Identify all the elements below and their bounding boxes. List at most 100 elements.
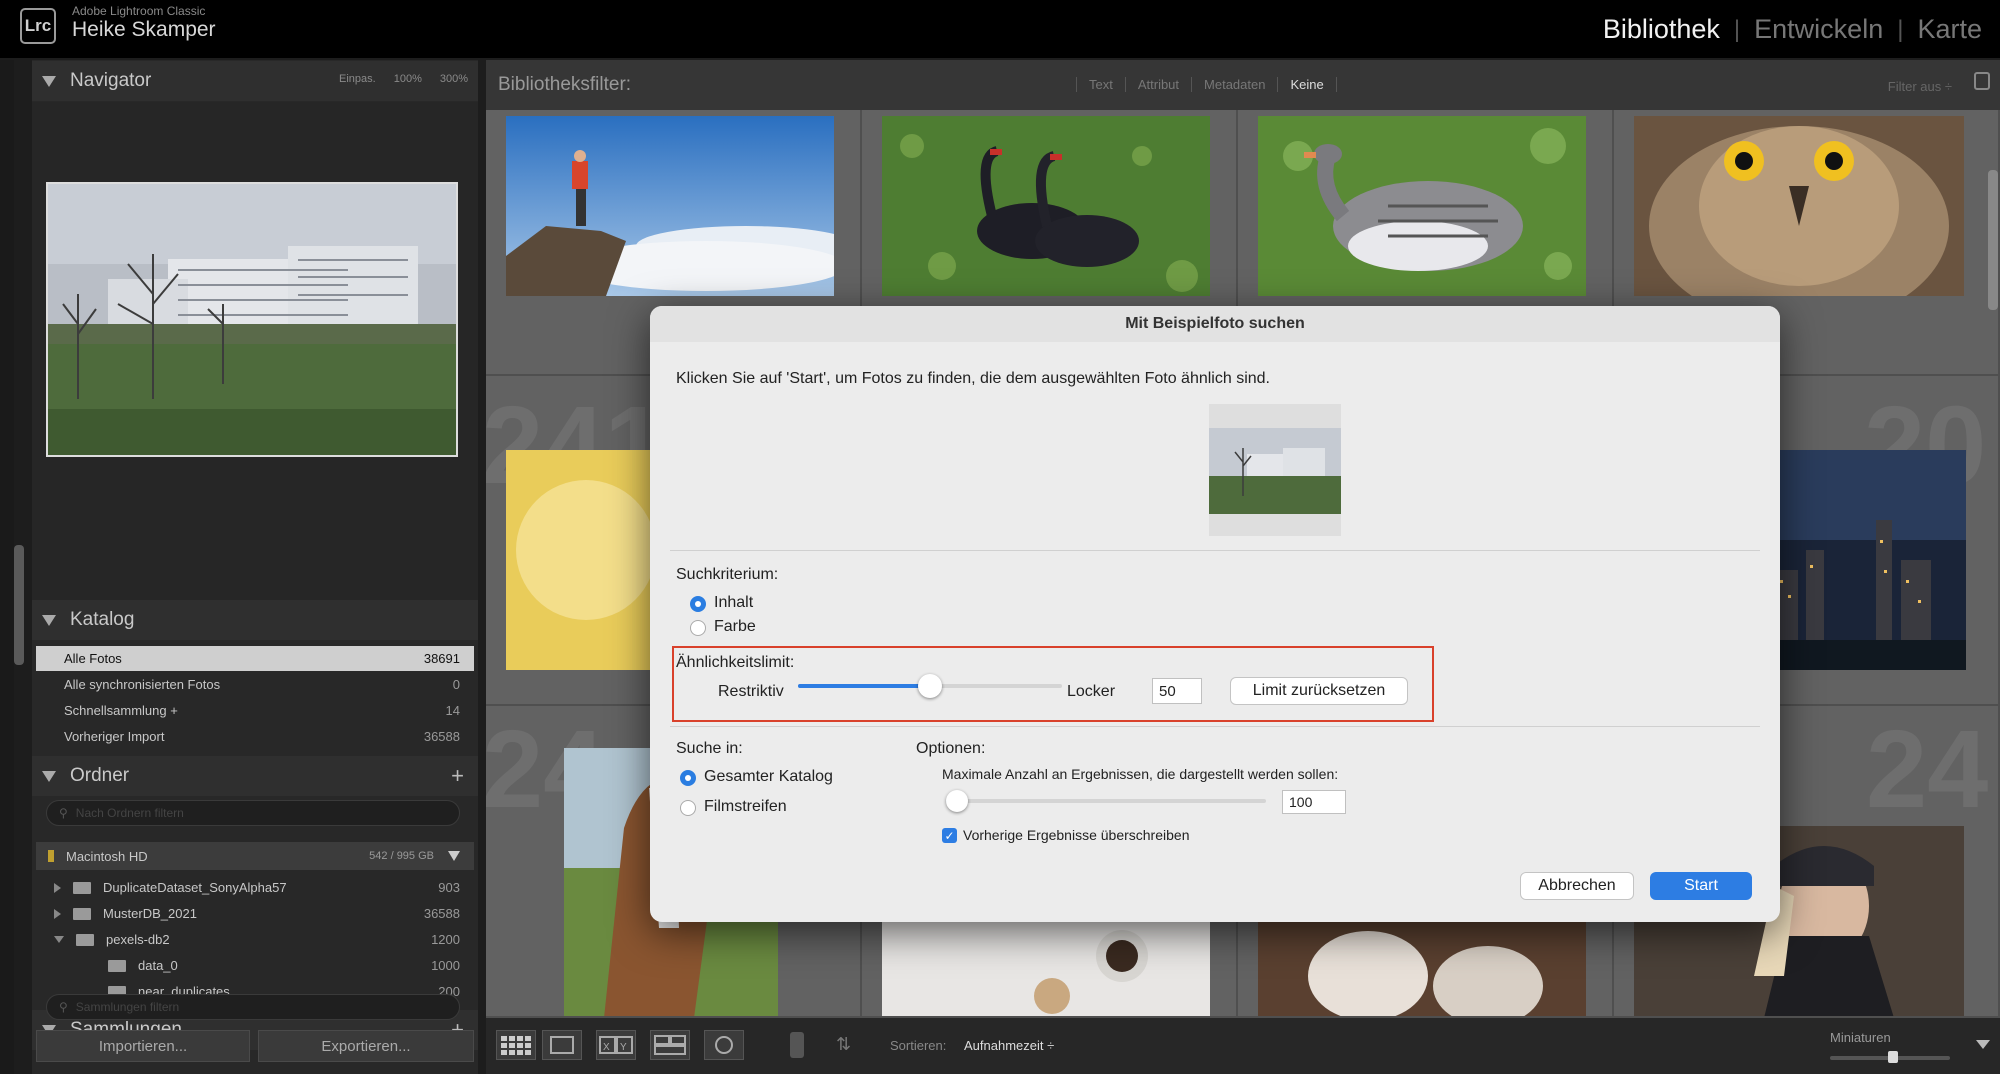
folder-row[interactable]: DuplicateDataset_SonyAlpha57 903: [36, 875, 474, 900]
panel-toggle-handle[interactable]: [14, 545, 24, 665]
filter-tab-attribute[interactable]: Attribut: [1124, 77, 1191, 92]
module-map[interactable]: Karte: [1917, 14, 1982, 45]
volume-menu-icon[interactable]: [448, 851, 460, 861]
photo-coffee-thumb[interactable]: [882, 916, 1210, 1018]
max-results-slider-handle[interactable]: [946, 790, 968, 812]
photo-hiker-thumb[interactable]: [506, 116, 834, 296]
volume-size: 542 / 995 GB: [369, 850, 434, 862]
sort-label: Sortieren:: [890, 1038, 947, 1053]
module-develop[interactable]: Entwickeln: [1754, 14, 1883, 45]
catalog-item-all-photos[interactable]: Alle Fotos 38691: [36, 646, 474, 671]
similarity-slider-handle[interactable]: [918, 674, 942, 698]
folder-count: 36588: [423, 906, 460, 921]
restrictive-label: Restriktiv: [718, 683, 784, 700]
thumbnail-slider-handle[interactable]: [1888, 1051, 1898, 1063]
spray-can-icon[interactable]: [790, 1032, 804, 1058]
expand-triangle-icon[interactable]: [54, 908, 61, 919]
overwrite-label[interactable]: Vorherige Ergebnisse überschreiben: [963, 827, 1189, 843]
user-name: Heike Skamper: [72, 18, 216, 41]
module-library[interactable]: Bibliothek: [1603, 14, 1720, 45]
svg-text:Y: Y: [620, 1042, 627, 1053]
criterion-content-label[interactable]: Inhalt: [714, 594, 753, 612]
folder-search-input[interactable]: ⚲ Nach Ordnern filtern: [46, 800, 460, 826]
loupe-view-icon[interactable]: [542, 1030, 582, 1060]
survey-view-icon[interactable]: [650, 1030, 690, 1060]
filter-tab-none[interactable]: Keine: [1277, 77, 1337, 92]
folder-icon: [108, 959, 126, 972]
folders-header[interactable]: Ordner +: [32, 756, 478, 796]
grid-scrollbar[interactable]: [1988, 170, 1998, 310]
volume-row[interactable]: Macintosh HD 542 / 995 GB: [36, 842, 474, 870]
import-button[interactable]: Importieren...: [36, 1030, 250, 1062]
search-filmstrip-radio[interactable]: [680, 800, 696, 816]
filter-off-dropdown[interactable]: Filter aus ÷: [1888, 79, 1952, 94]
lock-icon[interactable]: [1974, 72, 1990, 90]
photo-city-night-thumb[interactable]: [1766, 450, 1966, 670]
filter-tab-metadata[interactable]: Metadaten: [1191, 77, 1277, 92]
max-results-slider-track[interactable]: [946, 799, 1266, 803]
export-button[interactable]: Exportieren...: [258, 1030, 474, 1062]
photo-black-swans-thumb[interactable]: [882, 116, 1210, 296]
folder-row[interactable]: pexels-db2 1200: [36, 927, 474, 952]
navigator-header[interactable]: Navigator Einpas. 100% 300%: [32, 61, 478, 101]
criterion-content-radio[interactable]: [690, 596, 706, 612]
toolbar-menu-icon[interactable]: [1976, 1040, 1990, 1049]
folder-icon: [76, 933, 94, 946]
expand-triangle-icon[interactable]: [54, 882, 61, 893]
catalog-title: Katalog: [70, 609, 135, 630]
criterion-color-radio[interactable]: [690, 620, 706, 636]
catalog-item-synced[interactable]: Alle synchronisierten Fotos 0: [36, 672, 474, 697]
filter-tab-text[interactable]: Text: [1076, 77, 1125, 92]
svg-text:X: X: [603, 1042, 610, 1053]
catalog-header[interactable]: Katalog: [32, 600, 478, 640]
photo-dog-thumb[interactable]: [1258, 916, 1586, 1018]
folders-title: Ordner: [70, 765, 130, 786]
max-results-field[interactable]: 100: [1282, 790, 1346, 814]
folder-row[interactable]: data_0 1000: [36, 953, 474, 978]
collapse-triangle-icon: [42, 614, 56, 626]
zoom-300[interactable]: 300%: [440, 73, 468, 85]
collapse-triangle-icon[interactable]: [54, 936, 64, 943]
people-view-icon[interactable]: [704, 1030, 744, 1060]
app-name: Adobe Lightroom Classic: [72, 4, 206, 18]
cancel-button[interactable]: Abbrechen: [1520, 872, 1634, 900]
folder-icon: [73, 881, 91, 894]
drive-icon: [48, 850, 54, 862]
compare-view-icon[interactable]: XY: [596, 1030, 636, 1060]
folder-label: MusterDB_2021: [103, 906, 197, 921]
search-whole-catalog-radio[interactable]: [680, 770, 696, 786]
search-filmstrip-label[interactable]: Filmstreifen: [704, 798, 787, 816]
similarity-limit-label: Ähnlichkeitslimit:: [676, 654, 795, 671]
start-button[interactable]: Start: [1650, 872, 1752, 900]
search-whole-catalog-label[interactable]: Gesamter Katalog: [704, 768, 833, 786]
loose-label: Locker: [1067, 683, 1116, 700]
zoom-fit[interactable]: Einpas.: [339, 73, 376, 85]
sample-photo-frame: [1209, 404, 1341, 536]
sort-direction-icon[interactable]: ⇅: [836, 1034, 851, 1055]
navigator-preview-image[interactable]: [46, 182, 458, 457]
grid-view-icon[interactable]: [496, 1030, 536, 1060]
zoom-100[interactable]: 100%: [394, 73, 422, 85]
building-photo-preview: [48, 184, 456, 455]
photo-owl-thumb[interactable]: [1634, 116, 1964, 296]
catalog-item-count: 36588: [423, 729, 460, 744]
reset-limit-button[interactable]: Limit zurücksetzen: [1230, 677, 1408, 705]
similarity-value-field[interactable]: 50: [1152, 678, 1202, 704]
catalog-item-count: 14: [445, 703, 460, 718]
add-folder-icon[interactable]: +: [451, 763, 464, 789]
collection-search-input[interactable]: ⚲ Sammlungen filtern: [46, 994, 460, 1020]
photo-goose-thumb[interactable]: [1258, 116, 1586, 296]
overwrite-checkbox[interactable]: ✓: [942, 828, 957, 843]
module-separator: |: [1897, 15, 1904, 43]
navigator-zoom-options: Einpas. 100% 300%: [339, 73, 468, 85]
module-picker: Bibliothek | Entwickeln | Karte: [1603, 14, 1982, 45]
catalog-item-previous-import[interactable]: Vorheriger Import 36588: [36, 724, 474, 749]
similarity-slider-track[interactable]: [798, 674, 1062, 698]
photo-yellow-thumb[interactable]: [506, 450, 666, 670]
search-criterion-label: Suchkriterium:: [676, 566, 779, 583]
catalog-item-label: Schnellsammlung +: [64, 703, 178, 718]
catalog-item-quick-collection[interactable]: Schnellsammlung + 14: [36, 698, 474, 723]
folder-row[interactable]: MusterDB_2021 36588: [36, 901, 474, 926]
sort-dropdown[interactable]: Aufnahmezeit ÷: [964, 1038, 1054, 1053]
criterion-color-label[interactable]: Farbe: [714, 618, 756, 636]
